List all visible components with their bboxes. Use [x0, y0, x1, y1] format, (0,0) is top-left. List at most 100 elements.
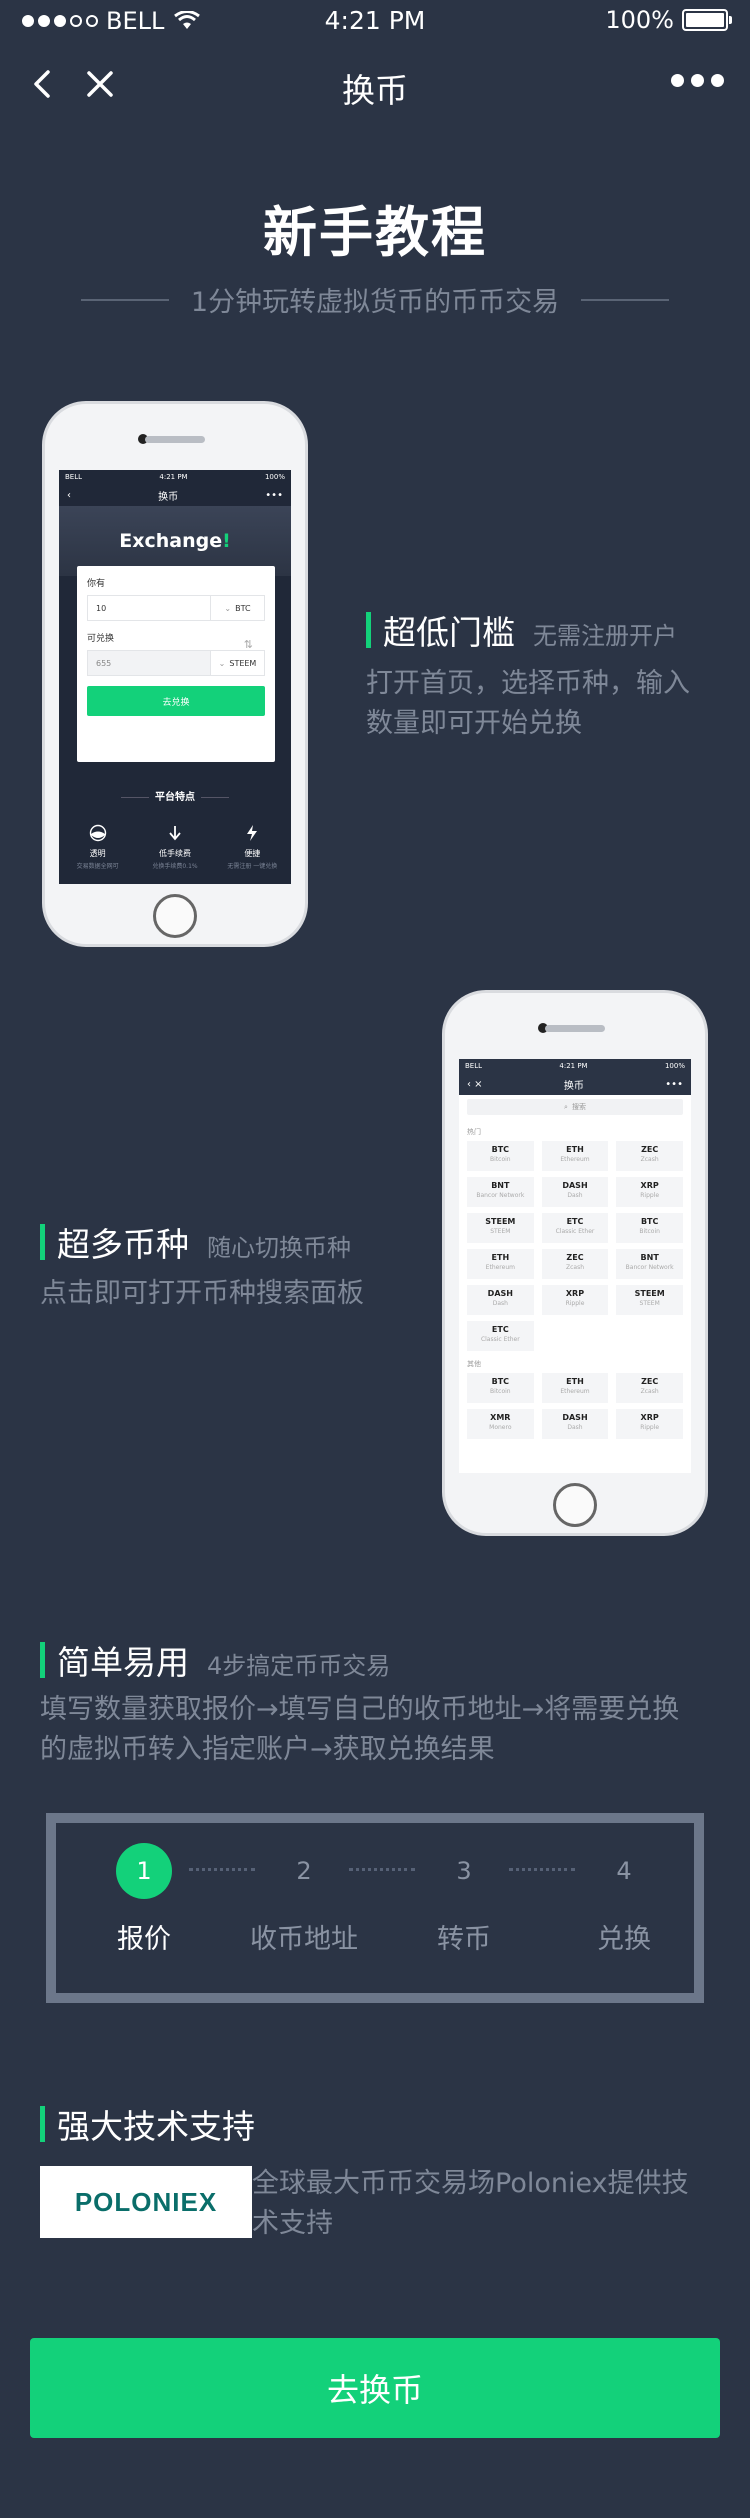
page-title: 换币: [342, 71, 408, 110]
section-low-threshold-title: 超低门槛 无需注册开户: [366, 606, 677, 654]
currency-code: BNT: [491, 1181, 510, 1190]
currency-cell[interactable]: BTC Bitcoin: [616, 1213, 683, 1243]
currency-cell[interactable]: BTC Bitcoin: [467, 1373, 534, 1403]
have-amount: 10: [96, 603, 107, 613]
step-label: 兑换: [597, 1924, 651, 1955]
chevron-down-icon: ⌄: [218, 658, 226, 668]
poloniex-logo: POLONIEX: [40, 2166, 252, 2238]
battery-icon: [682, 9, 732, 31]
mini-time: 4:21 PM: [559, 1062, 588, 1070]
currency-cell[interactable]: BTC Bitcoin: [467, 1141, 534, 1171]
currency-name: Ethereum: [560, 1388, 590, 1395]
currency-code: XRP: [565, 1289, 585, 1298]
section-title-text: 简单易用: [57, 1643, 189, 1682]
currency-name: Ripple: [640, 1192, 660, 1199]
section-title-aux: 4步搞定币币交易: [207, 1652, 391, 1680]
desc-line: 全球最大币币交易场Poloniex提供技: [252, 2168, 689, 2199]
currency-cell[interactable]: XRP Ripple: [616, 1409, 683, 1439]
desc-line: 打开首页，选择币种，输入: [366, 668, 690, 699]
mini-search-box: ⌕ 搜索: [467, 1099, 683, 1115]
currency-name: Dash: [492, 1300, 508, 1307]
currency-cell[interactable]: ETH Ethereum: [541, 1141, 609, 1171]
currency-cell[interactable]: ETH Ethereum: [541, 1373, 609, 1403]
currency-cell[interactable]: XRP Ripple: [541, 1285, 609, 1315]
currency-code: DASH: [562, 1413, 588, 1422]
currency-cell[interactable]: ZEC Zcash: [616, 1141, 683, 1171]
currency-name: Bancor Network: [476, 1192, 525, 1199]
currency-code: BTC: [640, 1217, 659, 1226]
currency-name: Dash: [567, 1424, 583, 1431]
currency-name: Ripple: [565, 1300, 585, 1307]
currency-cell[interactable]: XRP Ripple: [616, 1177, 683, 1207]
currency-cell[interactable]: ETC Classic Ether: [467, 1321, 534, 1351]
arrow-down-icon: [169, 826, 181, 841]
exchange-form-card: 你有 10 ⌄ BTC 可兑换 ⇅ 655 ⌄ STEEM 去兑换: [77, 566, 275, 762]
step-address: 2 收币地址: [234, 1843, 374, 1956]
currency-code: ETC: [566, 1217, 584, 1226]
currency-name: Dash: [567, 1192, 583, 1199]
get-label: 可兑换: [87, 634, 115, 644]
currency-cell[interactable]: XMR Monero: [467, 1409, 534, 1439]
currency-name: Zcash: [640, 1388, 659, 1395]
feature-label: 便捷: [244, 849, 261, 858]
currency-cell[interactable]: ETC Classic Ether: [541, 1213, 609, 1243]
drop-icon: [89, 824, 106, 842]
currency-name: STEEM: [639, 1300, 660, 1307]
phone-mockup-currency-list: BELL 4:21 PM 100% ‹ × 换币 ••• ⌕ 搜索 热门 BTC B…: [442, 990, 708, 1536]
mini-status-bar: BELL 4:21 PM 100%: [59, 470, 291, 484]
mini-back-icon: ‹: [67, 489, 71, 501]
currency-cell[interactable]: ETH Ethereum: [467, 1249, 534, 1279]
mini-more-icon: •••: [265, 489, 283, 501]
currency-name: Bitcoin: [490, 1156, 511, 1163]
other-currency-grid: BTC Bitcoin ETH Ethereum ZEC Zcash XMR Monero DA…: [459, 1373, 691, 1439]
currency-cell[interactable]: DASH Dash: [467, 1285, 534, 1315]
nav-bar: 换币: [0, 44, 750, 124]
mini-battery: 100%: [264, 473, 285, 481]
currency-code: ETH: [566, 1145, 584, 1154]
currency-cell[interactable]: ZEC Zcash: [616, 1373, 683, 1403]
section-title-text: 强大技术支持: [57, 2107, 255, 2146]
currency-code: BTC: [491, 1145, 510, 1154]
features-title: 平台特点: [59, 788, 291, 803]
currency-code: ETH: [491, 1253, 510, 1262]
battery-status: 100%: [605, 6, 732, 34]
currency-cell[interactable]: STEEM STEEM: [467, 1213, 534, 1243]
feature-sub: 兑换手续费0.1%: [152, 863, 198, 870]
mini-nav-bar: ‹ 换币 •••: [59, 484, 291, 506]
currency-name: Monero: [489, 1424, 512, 1431]
currency-code: XMR: [490, 1413, 511, 1422]
feature-sub: 交易数据全网可: [76, 863, 119, 870]
section-low-threshold-desc: 打开首页，选择币种，输入 数量即可开始兑换: [366, 664, 690, 744]
swap-icon: ⇅: [243, 638, 253, 651]
currency-cell[interactable]: DASH Dash: [541, 1177, 609, 1207]
exchange-banner-text: Exchange: [119, 530, 223, 552]
step-number: 2: [296, 1857, 312, 1885]
currency-code: ETC: [491, 1325, 509, 1334]
section-title-aux: 随心切换币种: [207, 1234, 351, 1262]
currency-cell[interactable]: ZEC Zcash: [541, 1249, 609, 1279]
go-exchange-button[interactable]: 去换币: [30, 2338, 720, 2438]
currency-name: Ripple: [640, 1424, 660, 1431]
section-many-currencies-title: 超多币种 随心切换币种: [40, 1218, 351, 1266]
section-tech-support-title: 强大技术支持: [40, 2100, 255, 2148]
exchange-banner-mark: !: [222, 530, 231, 552]
section-title-text: 超低门槛: [383, 613, 515, 652]
desc-line: 的虚拟币转入指定账户→获取兑换结果: [40, 1734, 495, 1765]
currency-cell[interactable]: BNT Bancor Network: [616, 1249, 683, 1279]
currency-code: STEEM: [485, 1217, 516, 1226]
tutorial-subtitle: 1分钟玩转虚拟货币的币币交易: [0, 280, 750, 319]
mini-nav-title: 换币: [158, 491, 179, 503]
feature-label: 低手续费: [158, 849, 191, 858]
currency-code: XRP: [640, 1181, 659, 1190]
mini-carrier: BELL: [65, 473, 83, 481]
currency-name: Zcash: [565, 1264, 584, 1271]
more-options-icon[interactable]: [671, 74, 724, 87]
currency-cell[interactable]: BNT Bancor Network: [467, 1177, 534, 1207]
features-list: 透明 交易数据全网可 低手续费 兑换手续费0.1% 便捷 无需注册 一键兑换: [59, 818, 291, 870]
step-number: 1: [116, 1843, 172, 1899]
step-number: 3: [456, 1857, 472, 1885]
currency-cell[interactable]: DASH Dash: [541, 1409, 609, 1439]
steps-indicator: 1 报价 2 收币地址 3 转币 4 兑换: [46, 1813, 704, 2003]
phone-home-button: [153, 894, 197, 938]
currency-cell[interactable]: STEEM STEEM: [616, 1285, 683, 1315]
